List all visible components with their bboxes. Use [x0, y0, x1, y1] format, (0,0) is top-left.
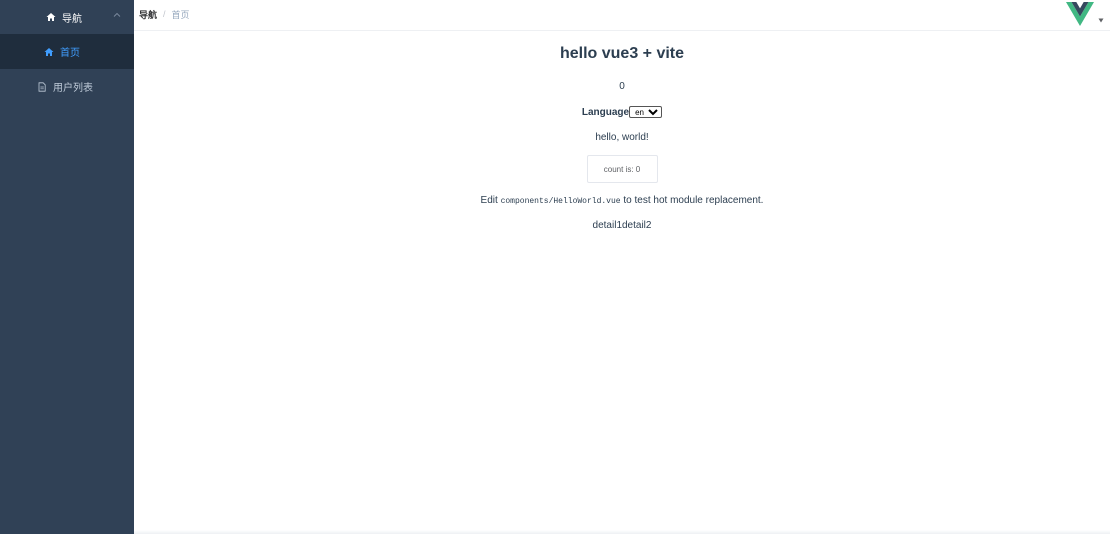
breadcrumb-separator: /: [163, 9, 166, 19]
home-icon: [46, 12, 56, 22]
app-main: hello vue3 + vite 0 Language en hello, w…: [134, 31, 1110, 534]
language-select[interactable]: en: [629, 106, 663, 118]
sidebar-item-inner: 首页: [44, 34, 80, 69]
sidebar-item-label: 用户列表: [53, 83, 93, 94]
detail1-link[interactable]: detail1: [593, 220, 622, 231]
counter-value: 0: [619, 81, 625, 92]
home-icon: [44, 47, 54, 57]
sidebar-group-label: 导航: [62, 13, 82, 25]
edit-code: components/HelloWorld.vue: [500, 197, 621, 206]
count-button-wrap: count is: 0: [134, 155, 1110, 183]
language-label: Language: [581, 106, 630, 118]
sidebar-group-nav[interactable]: 导航: [0, 0, 134, 34]
detail2-link[interactable]: detail2: [622, 220, 651, 231]
page-title: hello vue3 + vite: [559, 45, 685, 62]
edit-prefix: Edit: [480, 195, 501, 206]
vue-logo-icon[interactable]: [1066, 2, 1094, 26]
detail-links: detail1detail2: [134, 220, 1110, 231]
bottom-divider: [134, 530, 1110, 534]
document-icon: [37, 81, 47, 92]
edit-hint: Edit components/HelloWorld.vue to test h…: [134, 195, 1110, 206]
breadcrumb: 导航 / 首页: [139, 0, 190, 28]
language-row: Language en: [134, 106, 1110, 118]
sidebar: 导航 首页 用户列表: [0, 0, 134, 534]
chevron-up-icon: [113, 12, 121, 17]
count-button[interactable]: count is: 0: [586, 155, 658, 183]
sidebar-item-label: 首页: [60, 48, 80, 59]
caret-down-icon[interactable]: [1098, 18, 1104, 23]
navbar: 导航 / 首页: [134, 0, 1110, 31]
greeting-text: hello, world!: [595, 132, 649, 143]
breadcrumb-item-nav[interactable]: 导航: [139, 8, 157, 21]
sidebar-item-inner: 用户列表: [37, 69, 93, 104]
breadcrumb-item-current: 首页: [171, 9, 190, 20]
sidebar-group-inner: 导航: [46, 0, 82, 34]
sidebar-item-home[interactable]: 首页: [0, 34, 134, 69]
edit-suffix: to test hot module replacement.: [620, 195, 764, 206]
sidebar-item-user-list[interactable]: 用户列表: [0, 69, 134, 104]
